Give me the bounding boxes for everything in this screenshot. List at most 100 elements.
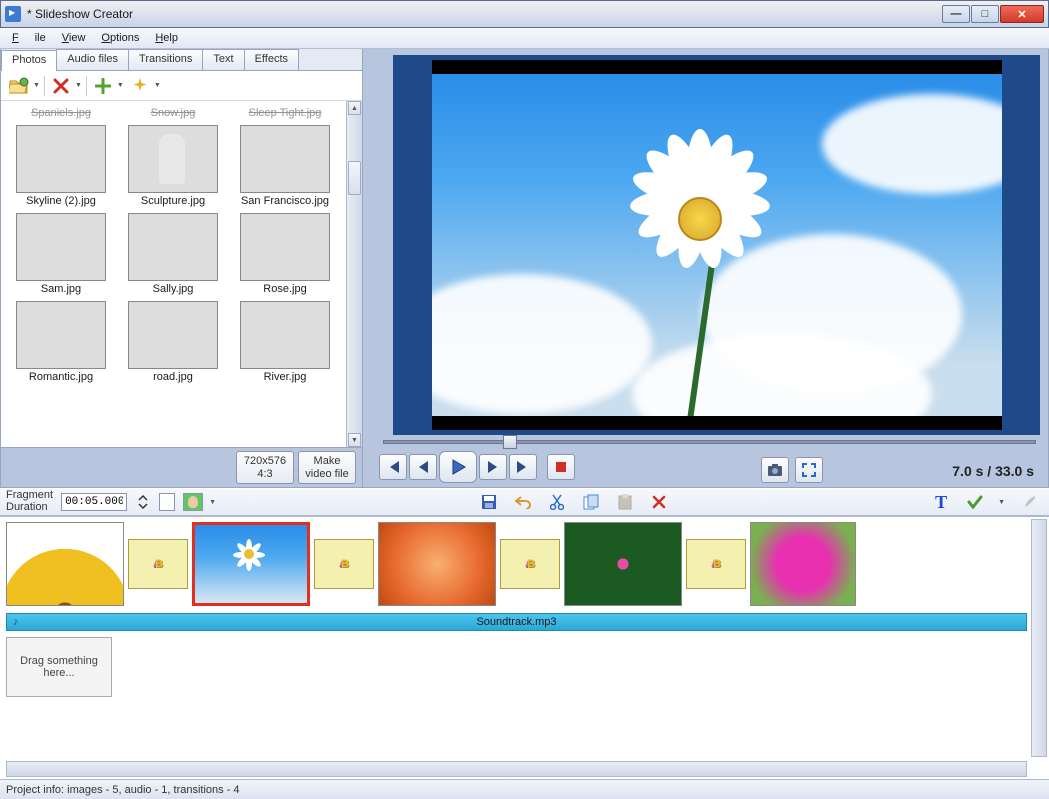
timeline-slide[interactable] — [564, 522, 682, 606]
thumb-image — [16, 125, 106, 193]
timeline-slide[interactable] — [750, 522, 856, 606]
left-bottom-bar: 720x576 4:3 Make video file — [1, 447, 362, 487]
audio-filename: Soundtrack.mp3 — [476, 616, 556, 628]
face-dropdown-icon[interactable]: ▼ — [209, 499, 216, 506]
thumb-item[interactable]: Sleep Tight.jpg — [233, 105, 337, 119]
thumbnail-scrollbar[interactable]: ▲ ▼ — [346, 101, 362, 447]
tab-audio[interactable]: Audio files — [56, 49, 129, 70]
make-video-button[interactable]: Make video file — [298, 451, 356, 484]
color-swatch[interactable] — [159, 493, 175, 511]
menu-help[interactable]: Help — [147, 30, 186, 46]
status-text: Project info: images - 5, audio - 1, tra… — [6, 784, 240, 796]
thumb-image — [240, 125, 330, 193]
delete-icon[interactable] — [49, 74, 73, 98]
scroll-up-icon[interactable]: ▲ — [348, 101, 361, 115]
resolution-text: 720x576 — [244, 455, 286, 468]
timeline-hscrollbar[interactable] — [6, 761, 1027, 777]
paste-icon[interactable] — [616, 493, 634, 511]
undo-icon[interactable] — [514, 493, 532, 511]
timeline-transition[interactable]: AB — [500, 539, 560, 589]
copy-icon[interactable] — [582, 493, 600, 511]
menu-view[interactable]: View — [54, 30, 94, 46]
sparkle-icon[interactable] — [128, 74, 152, 98]
thumb-item[interactable]: Skyline (2).jpg — [9, 123, 113, 207]
apply-icon[interactable] — [966, 493, 984, 511]
timeline-slide-selected[interactable] — [192, 522, 310, 606]
status-bar: Project info: images - 5, audio - 1, tra… — [0, 779, 1049, 799]
tab-photos[interactable]: Photos — [1, 50, 57, 71]
timeline-slide[interactable] — [378, 522, 496, 606]
thumb-label: Sleep Tight.jpg — [249, 107, 322, 119]
menu-file[interactable]: File — [4, 30, 54, 46]
first-frame-button[interactable] — [379, 454, 407, 480]
play-button[interactable] — [439, 451, 477, 483]
open-dropdown-icon[interactable]: ▼ — [33, 82, 40, 89]
prev-frame-button[interactable] — [409, 454, 437, 480]
maximize-button[interactable]: □ — [971, 5, 999, 23]
add-dropdown-icon[interactable]: ▼ — [117, 82, 124, 89]
sparkle-dropdown-icon[interactable]: ▼ — [154, 82, 161, 89]
thumb-item[interactable]: road.jpg — [121, 299, 225, 383]
delete-dropdown-icon[interactable]: ▼ — [75, 82, 82, 89]
thumb-label: River.jpg — [264, 371, 307, 383]
add-icon[interactable] — [91, 74, 115, 98]
open-folder-icon[interactable] — [7, 74, 31, 98]
timeline-dropzone[interactable]: Drag something here... — [6, 637, 112, 697]
thumb-label: Skyline (2).jpg — [26, 195, 96, 207]
resolution-button[interactable]: 720x576 4:3 — [236, 451, 294, 484]
minimize-button[interactable]: — — [942, 5, 970, 23]
thumb-item[interactable]: Sculpture.jpg — [121, 123, 225, 207]
close-button[interactable]: ✕ — [1000, 5, 1044, 23]
delete-timeline-icon[interactable] — [650, 493, 668, 511]
next-frame-button[interactable] — [479, 454, 507, 480]
timeline-transition[interactable]: AB — [128, 539, 188, 589]
photos-toolbar: ▼ ▼ ▼ ▼ — [1, 71, 362, 101]
save-icon[interactable] — [480, 493, 498, 511]
thumb-item[interactable]: River.jpg — [233, 299, 337, 383]
seek-thumb[interactable] — [503, 435, 517, 449]
fullscreen-button[interactable] — [795, 457, 823, 483]
thumb-item[interactable]: Romantic.jpg — [9, 299, 113, 383]
tab-effects[interactable]: Effects — [244, 49, 299, 70]
timeline-audio-track[interactable]: ♪ Soundtrack.mp3 — [6, 613, 1027, 631]
thumb-item[interactable]: Sam.jpg — [9, 211, 113, 295]
dropzone-label: Drag something here... — [11, 655, 107, 679]
timeline-transition[interactable]: AB — [314, 539, 374, 589]
scroll-down-icon[interactable]: ▼ — [348, 433, 361, 447]
thumb-item[interactable]: Rose.jpg — [233, 211, 337, 295]
duration-input[interactable] — [61, 493, 127, 511]
brush-icon[interactable] — [1021, 493, 1039, 511]
thumb-image — [128, 301, 218, 369]
menu-options[interactable]: Options — [93, 30, 147, 46]
last-frame-button[interactable] — [509, 454, 537, 480]
timeline-slide[interactable] — [6, 522, 124, 606]
snapshot-button[interactable] — [761, 457, 789, 483]
timeline-photo-track[interactable]: AB AB AB AB — [6, 519, 1027, 609]
thumb-image — [240, 213, 330, 281]
thumb-image — [16, 301, 106, 369]
scroll-thumb[interactable] — [348, 161, 361, 195]
media-tabs: Photos Audio files Transitions Text Effe… — [1, 49, 362, 71]
stop-button[interactable] — [547, 454, 575, 480]
timeline-vscrollbar[interactable] — [1031, 519, 1047, 757]
timeline-transition[interactable]: AB — [686, 539, 746, 589]
seek-bar[interactable] — [383, 435, 1036, 449]
thumb-item[interactable]: Sally.jpg — [121, 211, 225, 295]
window-title: * Slideshow Creator — [27, 7, 941, 21]
transport-controls — [379, 451, 575, 483]
text-tool-icon[interactable]: T — [932, 493, 950, 511]
thumb-item[interactable]: Snow.jpg — [121, 105, 225, 119]
thumb-label: Rose.jpg — [263, 283, 306, 295]
cut-icon[interactable] — [548, 493, 566, 511]
face-crop-icon[interactable] — [183, 493, 203, 511]
make-text2: video file — [305, 468, 348, 481]
tab-transitions[interactable]: Transitions — [128, 49, 203, 70]
thumb-item[interactable]: San Francisco.jpg — [233, 123, 337, 207]
apply-dropdown-icon[interactable]: ▼ — [998, 499, 1005, 506]
thumb-label: Sally.jpg — [153, 283, 194, 295]
tab-text[interactable]: Text — [202, 49, 244, 70]
aspect-text: 4:3 — [257, 468, 272, 481]
thumb-item[interactable]: Spaniels.jpg — [9, 105, 113, 119]
fragment-duration-label: FragmentDuration — [6, 490, 53, 513]
duration-stepper-icon[interactable] — [135, 490, 151, 514]
